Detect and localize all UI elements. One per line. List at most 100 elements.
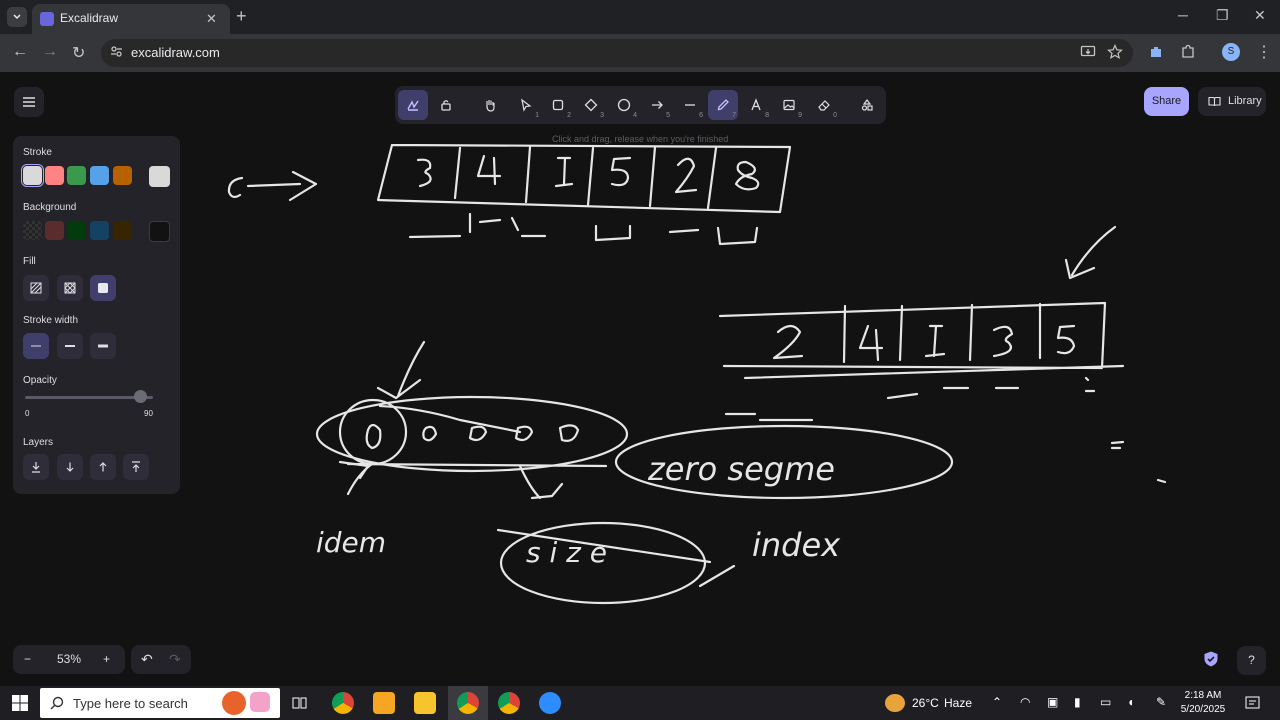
meet-now-icon[interactable]: ▣	[1047, 695, 1058, 709]
main-menu-button[interactable]	[14, 87, 44, 117]
weather-icon[interactable]	[885, 694, 905, 712]
forward-icon[interactable]: →	[42, 43, 58, 61]
file-explorer-taskbar-icon[interactable]	[414, 692, 436, 714]
background-current-color[interactable]	[149, 221, 170, 242]
tool-key: 8	[765, 112, 769, 119]
zoom-taskbar-icon[interactable]	[539, 692, 561, 714]
help-button[interactable]: ?	[1237, 646, 1266, 675]
stroke-color-swatch[interactable]	[90, 166, 109, 185]
maximize-icon[interactable]: ❐	[1216, 7, 1229, 24]
thin-line-icon	[31, 345, 41, 347]
pointer-arrow-up	[338, 460, 374, 496]
pen-icon[interactable]: ✎	[1156, 695, 1166, 709]
more-menu-icon[interactable]: ⋮	[1256, 42, 1272, 62]
tool-lock[interactable]	[431, 90, 461, 120]
zoom-level[interactable]: 53%	[57, 652, 81, 666]
bring-forward-button[interactable]	[90, 454, 116, 480]
rectangle-icon	[552, 99, 564, 111]
opacity-slider-handle[interactable]	[134, 390, 148, 403]
fill-hachure-button[interactable]	[23, 275, 49, 301]
fill-solid-button[interactable]	[90, 275, 116, 301]
stroke-width-thin-button[interactable]	[23, 333, 49, 359]
chrome-profile-taskbar-icon[interactable]	[498, 692, 520, 714]
zoom-out-button[interactable]: −	[24, 652, 31, 666]
weather-temperature[interactable]: 26°C	[912, 696, 939, 710]
redo-button[interactable]: ↷	[169, 651, 181, 668]
stroke-color-swatch[interactable]	[21, 164, 44, 187]
extension-icon[interactable]	[1148, 44, 1164, 60]
extensions-puzzle-icon[interactable]	[1180, 44, 1196, 60]
install-app-icon[interactable]	[1080, 44, 1096, 60]
encryption-shield-icon[interactable]	[1202, 650, 1220, 668]
notifications-icon[interactable]	[1245, 696, 1260, 710]
zoom-in-button[interactable]: +	[103, 652, 110, 666]
new-tab-button[interactable]: +	[236, 6, 247, 27]
tab-title: Excalidraw	[60, 11, 119, 25]
network-icon[interactable]: ◠	[1020, 695, 1030, 709]
tool-image[interactable]: 9	[774, 90, 804, 120]
tool-diamond[interactable]: 3	[576, 90, 606, 120]
bookmark-star-icon[interactable]	[1107, 44, 1123, 60]
chrome-taskbar-icon[interactable]	[332, 692, 354, 714]
stroke-width-bold-button[interactable]	[57, 333, 83, 359]
stroke-width-extra-bold-button[interactable]	[90, 333, 116, 359]
tool-hand[interactable]	[475, 90, 505, 120]
opacity-min-label: 0	[25, 409, 30, 418]
profile-avatar[interactable]: S	[1222, 43, 1240, 61]
stroke-color-swatch[interactable]	[45, 166, 64, 185]
background-color-swatch[interactable]	[67, 221, 86, 240]
tray-expand-icon[interactable]: ⌃	[992, 695, 1002, 709]
tool-ellipse[interactable]: 4	[609, 90, 639, 120]
bring-to-front-button[interactable]	[123, 454, 149, 480]
chrome-active-taskbar-icon[interactable]	[457, 692, 479, 714]
tool-arrow[interactable]: 5	[642, 90, 672, 120]
weather-condition[interactable]: Haze	[944, 696, 972, 710]
share-button[interactable]: Share	[1144, 87, 1189, 116]
system-clock[interactable]: 2:18 AM 5/20/2025	[1178, 689, 1228, 717]
reload-icon[interactable]: ↻	[72, 43, 85, 63]
tool-key: 5	[666, 112, 670, 119]
background-color-swatch[interactable]	[90, 221, 109, 240]
send-to-back-button[interactable]	[23, 454, 49, 480]
tool-draw[interactable]: 7	[708, 90, 738, 120]
tool-text[interactable]: 8	[741, 90, 771, 120]
battery-icon[interactable]: ▭	[1100, 695, 1111, 709]
window-close-icon[interactable]: ✕	[1254, 7, 1266, 24]
undo-button[interactable]: ↶	[141, 651, 153, 668]
tool-line[interactable]: 6	[675, 90, 705, 120]
stroke-color-swatch[interactable]	[67, 166, 86, 185]
fill-cross-hatch-button[interactable]	[57, 275, 83, 301]
stroke-current-color[interactable]	[149, 166, 170, 187]
zoom-controls: − 53% +	[13, 645, 125, 674]
send-backward-button[interactable]	[57, 454, 83, 480]
stroke-color-swatch[interactable]	[113, 166, 132, 185]
background-transparent-swatch[interactable]	[23, 221, 42, 240]
arrow-icon	[652, 101, 663, 109]
microphone-icon[interactable]: ▮	[1074, 695, 1081, 709]
site-info-icon[interactable]	[110, 45, 123, 58]
back-icon[interactable]: ←	[12, 43, 28, 61]
tool-key: 4	[633, 112, 637, 119]
task-view-icon[interactable]	[292, 696, 307, 710]
send-to-back-icon	[32, 462, 40, 473]
omnibox[interactable]: excalidraw.com	[101, 39, 1133, 67]
tool-extra-tools[interactable]	[852, 90, 882, 120]
tool-selection[interactable]: 1	[511, 90, 541, 120]
tool-eraser[interactable]: 0	[809, 90, 839, 120]
background-color-swatch[interactable]	[113, 221, 132, 240]
background-color-swatch[interactable]	[45, 221, 64, 240]
tool-rectangle[interactable]: 2	[543, 90, 573, 120]
excalidraw-canvas[interactable]: zero segme idem s i z e index 1 2 3 4 5 …	[0, 72, 1280, 686]
taskbar-search-box[interactable]: Type here to search	[40, 688, 280, 718]
tool-hand-drawn-mode[interactable]	[398, 90, 428, 120]
library-label: Library	[1228, 95, 1262, 107]
windows-start-icon[interactable]	[12, 695, 28, 711]
volume-icon[interactable]: ◖	[1127, 695, 1134, 709]
minimize-icon[interactable]: ─	[1178, 7, 1188, 23]
tab-excalidraw[interactable]: Excalidraw ✕	[32, 4, 230, 34]
tab-close-icon[interactable]: ✕	[206, 11, 217, 27]
sublime-text-taskbar-icon[interactable]	[373, 692, 395, 714]
opacity-label: Opacity	[23, 375, 57, 386]
library-button[interactable]: Library	[1198, 87, 1266, 116]
tab-search-button[interactable]	[7, 7, 27, 27]
